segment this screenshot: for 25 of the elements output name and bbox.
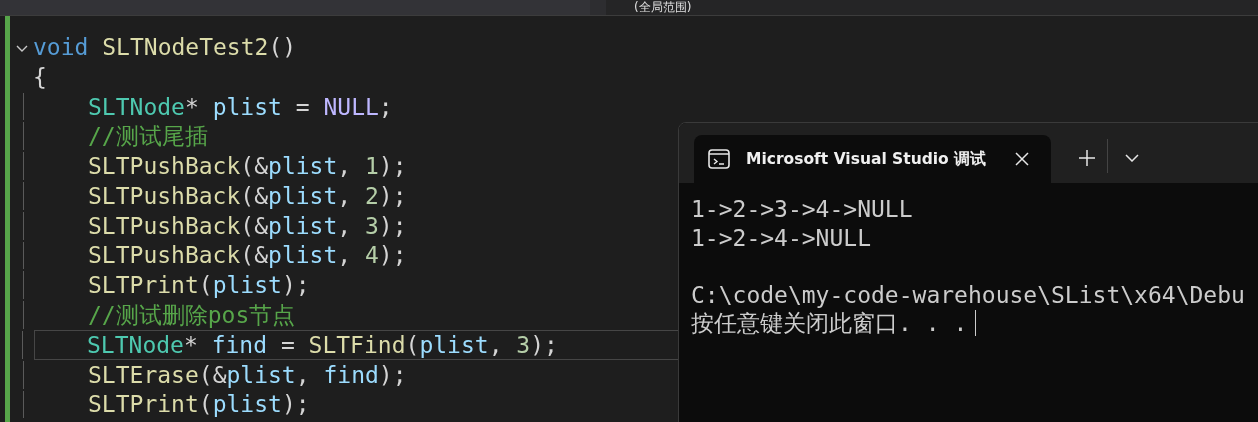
console-output-line: 按任意键关闭此窗口. . . <box>691 309 968 338</box>
code-line: SLTPrint(plist); <box>88 390 310 419</box>
new-tab-icon[interactable] <box>1079 150 1095 166</box>
terminal-tab[interactable]: Microsoft Visual Studio 调试 <box>694 135 1051 183</box>
code-line: SLTPrint(plist); <box>88 271 310 300</box>
code-line: SLTNode* plist = NULL; <box>88 92 393 121</box>
code-line: SLTPushBack(&plist, 3); <box>88 211 407 240</box>
console-output-line: C:\code\my-code-warehouse\SList\x64\Debu <box>691 280 1245 309</box>
code-line: SLTNode* find = SLTFind(plist, 3); <box>87 330 558 359</box>
code-line: { <box>33 62 47 91</box>
code-line: //测试尾插 <box>88 122 208 151</box>
code-line: SLTPushBack(&plist, 1); <box>88 152 407 181</box>
code-line: SLTPushBack(&plist, 4); <box>88 241 407 270</box>
code-line: //测试删除pos节点 <box>88 301 296 330</box>
code-line: SLTPushBack(&plist, 2); <box>88 181 407 210</box>
dropdown-chevron-icon[interactable] <box>1125 154 1139 162</box>
scope-dropdown[interactable]: (全局范围) <box>606 0 1258 15</box>
tab-title: Microsoft Visual Studio 调试 <box>746 148 988 170</box>
console-output-line: 1->2->3->4->NULL <box>691 195 913 224</box>
terminal-icon <box>708 149 730 169</box>
console-output-line: 1->2->4->NULL <box>691 223 871 252</box>
close-icon[interactable] <box>1015 152 1029 166</box>
code-line: SLTErase(&plist, find); <box>88 360 407 389</box>
code-line: void SLTNodeTest2() <box>33 32 297 61</box>
collapse-chevron-icon[interactable] <box>16 45 28 53</box>
